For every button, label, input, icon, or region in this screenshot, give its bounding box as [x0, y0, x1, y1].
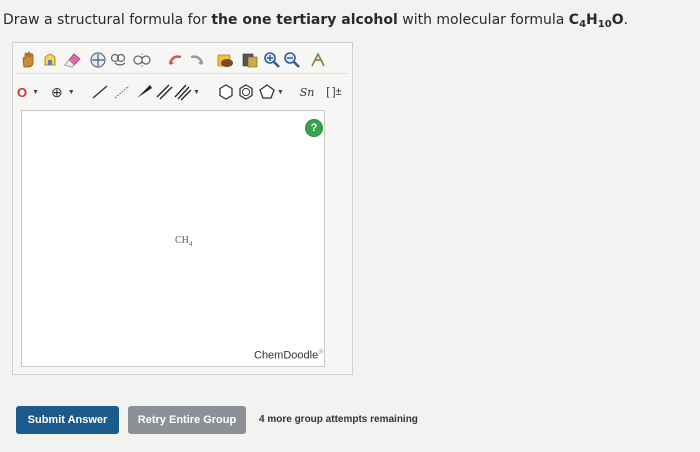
- question-suffix: .: [623, 12, 629, 28]
- formula-o: O: [611, 12, 624, 28]
- drawing-canvas[interactable]: ? CH4 ChemDoodle®: [21, 110, 325, 367]
- toolbar-row-2: O ▼ ⊕ ▼ ▼ ▼ Sn []±: [13, 79, 352, 107]
- brand-text: ChemDoodle: [254, 349, 319, 362]
- eraser-icon[interactable]: [61, 49, 83, 71]
- molecule-text: CH: [175, 235, 189, 246]
- question-middle: with molecular formula: [397, 12, 569, 28]
- zoom-in-icon[interactable]: [261, 49, 283, 71]
- brand-mark: ®: [318, 349, 324, 356]
- retry-group-button[interactable]: Retry Entire Group: [128, 406, 246, 434]
- ring-hexagon-icon[interactable]: [215, 81, 237, 103]
- lasso-icon[interactable]: [39, 49, 61, 71]
- triple-bond-selector[interactable]: ▼: [173, 81, 203, 103]
- sgroup-tool[interactable]: Sn: [295, 81, 319, 103]
- charge-selector[interactable]: ⊕ ▼: [51, 81, 79, 103]
- submit-answer-button[interactable]: Submit Answer: [16, 406, 119, 434]
- question-prompt: Draw a structural formula for the one te…: [3, 12, 628, 30]
- chevron-down-icon: ▼: [32, 88, 40, 96]
- charge-label: ⊕: [51, 83, 63, 100]
- atom-selector[interactable]: O ▼: [17, 81, 43, 103]
- clean-icon[interactable]: [307, 49, 329, 71]
- attempts-remaining: 4 more group attempts remaining: [259, 414, 418, 425]
- brackets-tool[interactable]: [ ]±: [321, 81, 347, 103]
- zoom-out-icon[interactable]: [281, 49, 303, 71]
- paste-icon[interactable]: [215, 49, 237, 71]
- molecule-label[interactable]: CH4: [175, 235, 192, 248]
- chevron-down-icon: ▼: [193, 88, 200, 96]
- formula-h: H: [586, 12, 598, 28]
- double-bond-icon[interactable]: [153, 81, 175, 103]
- rotate-icon[interactable]: [109, 49, 131, 71]
- toolbar-row-1: [13, 47, 352, 75]
- undo-icon[interactable]: [165, 49, 187, 71]
- atom-label: O: [17, 84, 28, 100]
- dashed-bond-icon[interactable]: [111, 81, 133, 103]
- chevron-down-icon: ▼: [67, 88, 75, 96]
- chevron-down-icon: ▼: [277, 88, 284, 96]
- hand-icon[interactable]: [17, 49, 39, 71]
- flip-icon[interactable]: [131, 49, 153, 71]
- formula-h-sub: 10: [597, 19, 612, 30]
- toolbar-separator: [17, 73, 348, 74]
- question-prefix: Draw a structural formula for: [3, 12, 212, 28]
- chemdoodle-brand: ChemDoodle®: [254, 349, 323, 362]
- wedge-bond-icon[interactable]: [133, 81, 155, 103]
- sgroup-label: Sn: [299, 85, 315, 99]
- single-bond-icon[interactable]: [89, 81, 111, 103]
- question-emphasis: the one tertiary alcohol: [211, 12, 398, 28]
- help-icon[interactable]: ?: [305, 119, 323, 137]
- ring-benzene-icon[interactable]: [235, 81, 257, 103]
- formula-c: C: [568, 12, 580, 28]
- formula-c-sub: 4: [579, 19, 587, 30]
- redo-icon[interactable]: [185, 49, 207, 71]
- brackets-label: [ ]±: [326, 86, 342, 98]
- molecule-sub: 4: [188, 240, 193, 248]
- copy-icon[interactable]: [239, 49, 261, 71]
- ring-pentagon-selector[interactable]: ▼: [257, 81, 289, 103]
- chemdoodle-editor: O ▼ ⊕ ▼ ▼ ▼ Sn []± ? CH4 ChemDoodle®: [12, 42, 353, 375]
- molecular-formula: C4H10O: [568, 12, 624, 30]
- center-icon[interactable]: [87, 49, 109, 71]
